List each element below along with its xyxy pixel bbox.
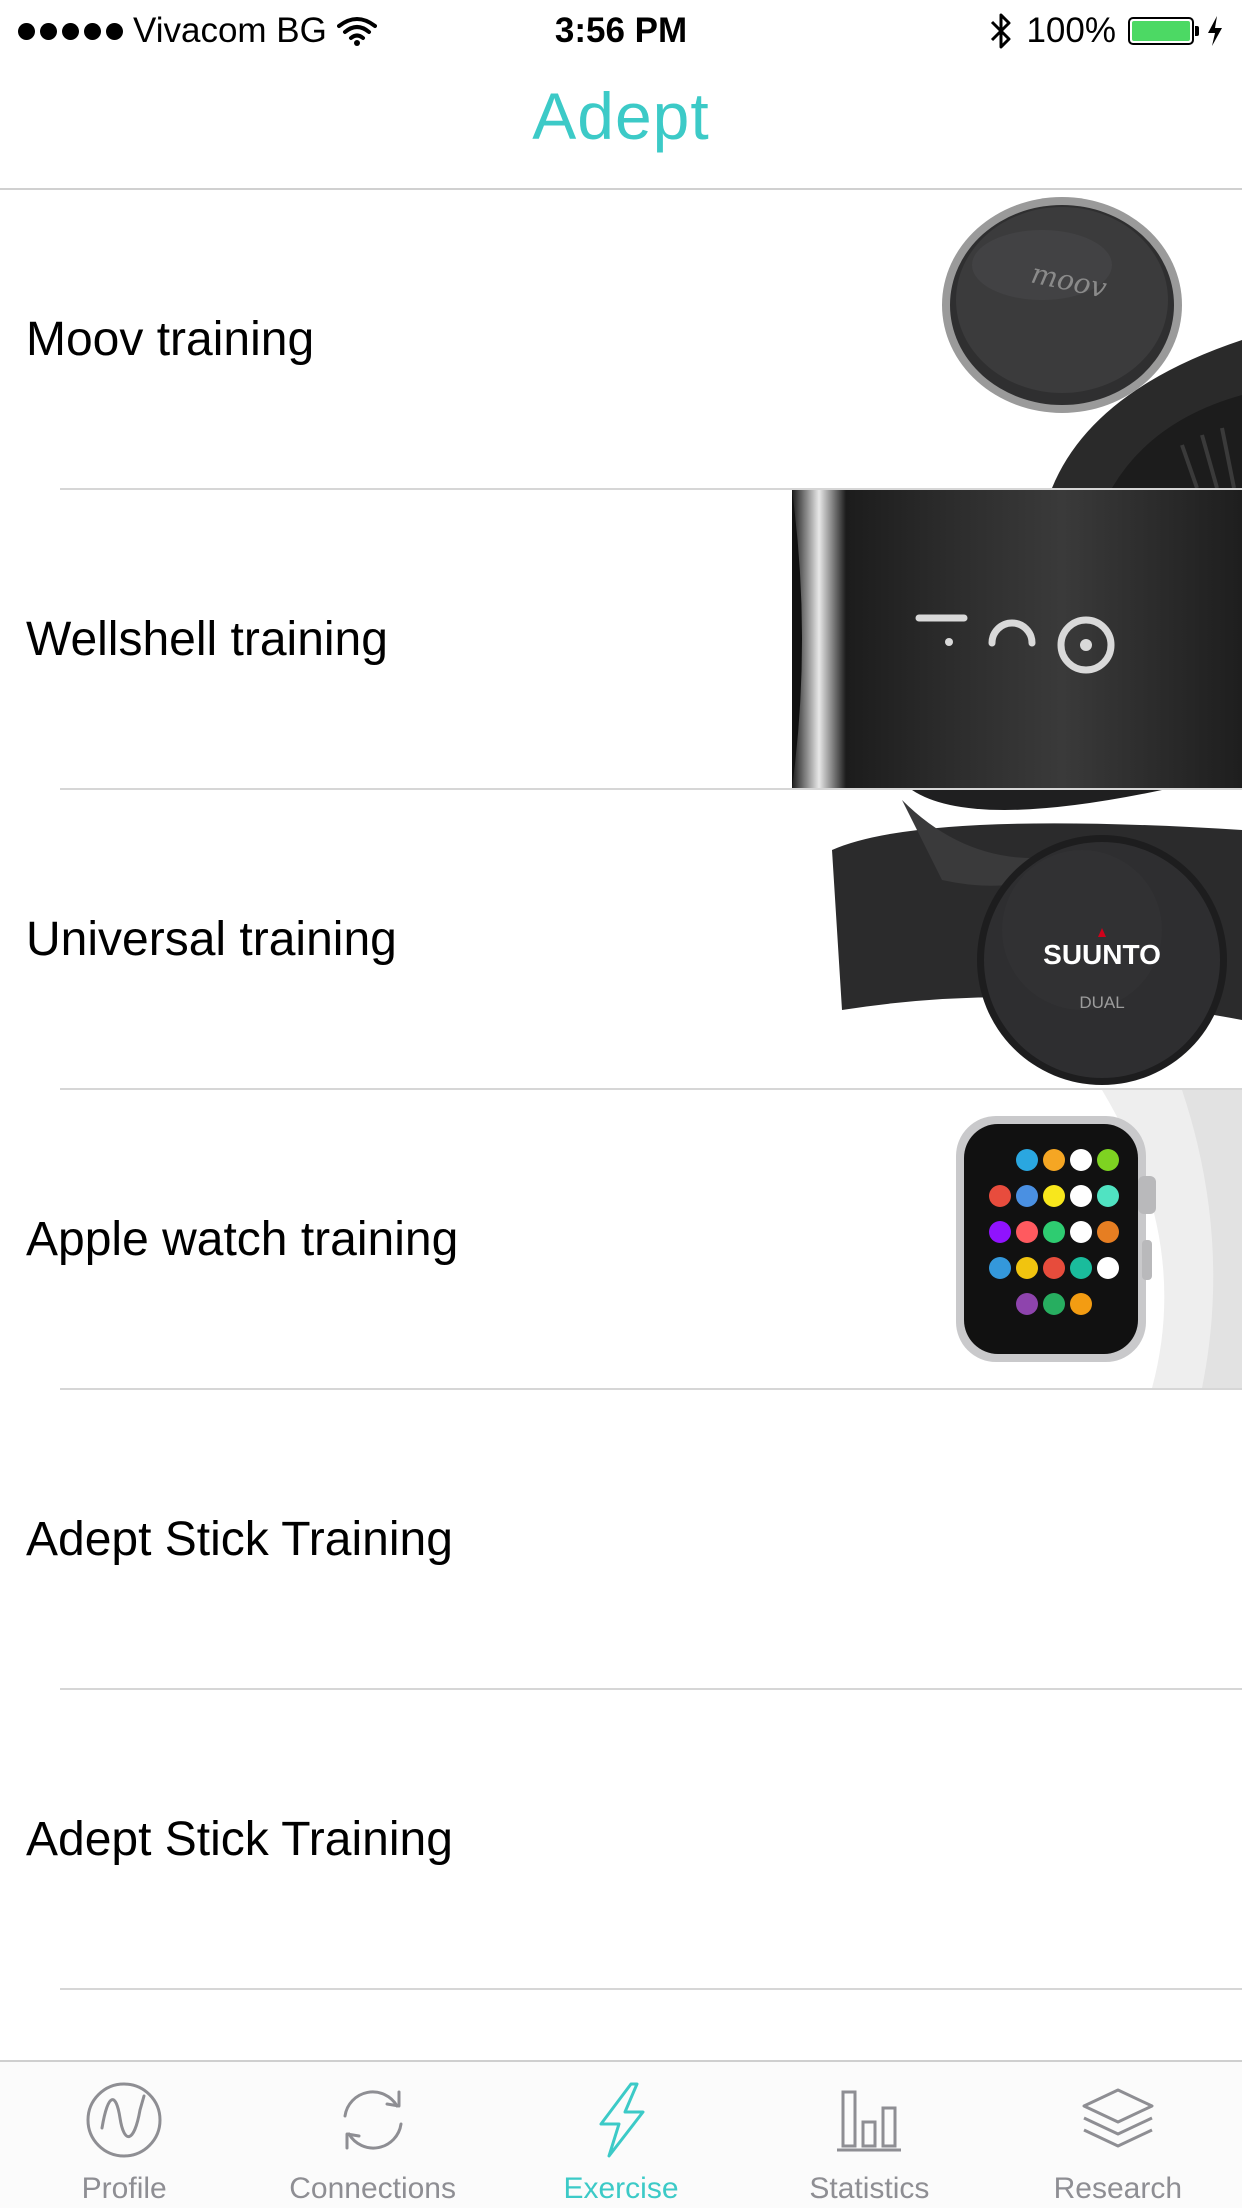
list-item-universal-training[interactable]: Universal training SUUNTO DUAL — [0, 790, 1242, 1090]
tab-bar: Profile Connections Exercise Statistics — [0, 2060, 1242, 2208]
list-item-label: Adept Stick Training — [26, 1813, 453, 1866]
tab-label: Research — [1053, 2172, 1183, 2205]
list-item-wellshell-training[interactable]: Wellshell training — [0, 490, 1242, 790]
page-title: Adept — [532, 79, 710, 153]
layers-icon — [1082, 2088, 1154, 2148]
lightning-icon — [599, 2082, 645, 2158]
watch-app-icon — [1016, 1257, 1038, 1279]
watch-app-icon — [1016, 1221, 1038, 1243]
watch-app-icon — [989, 1221, 1011, 1243]
suunto-heart-strap-image: SUUNTO DUAL — [832, 790, 1242, 1088]
watch-app-icon — [1043, 1257, 1065, 1279]
wave-circle-icon — [86, 2082, 162, 2158]
watch-app-icon — [1043, 1185, 1065, 1207]
list-item-label: Universal training — [26, 913, 397, 966]
tab-research[interactable]: Research — [994, 2062, 1242, 2208]
watch-app-icon — [1097, 1257, 1119, 1279]
list-item-moov-training[interactable]: Moov training moov — [0, 190, 1242, 490]
bluetooth-icon — [991, 13, 1011, 49]
charging-icon — [1208, 16, 1222, 46]
watch-app-icon — [1043, 1149, 1065, 1171]
watch-app-icon — [1016, 1185, 1038, 1207]
list-item-apple-watch-training[interactable]: Apple watch training — [0, 1090, 1242, 1390]
bar-chart-icon — [837, 2090, 902, 2152]
suunto-brand-text: SUUNTO — [1043, 939, 1161, 970]
suunto-model-text: DUAL — [1079, 993, 1124, 1012]
watch-app-icon — [1097, 1149, 1119, 1171]
list-item-adept-stick-training-2[interactable]: Adept Stick Training — [0, 1690, 1242, 1990]
tab-statistics[interactable]: Statistics — [745, 2062, 993, 2208]
battery-icon — [1128, 17, 1199, 45]
list-item-label: Adept Stick Training — [26, 1513, 453, 1566]
list-item-label: Apple watch training — [26, 1213, 459, 1266]
battery-fill — [1132, 21, 1190, 41]
watch-app-icon — [1070, 1149, 1092, 1171]
list-item-adept-stick-training[interactable]: Adept Stick Training — [0, 1390, 1242, 1690]
watch-app-icon — [989, 1257, 1011, 1279]
watch-app-icon — [1016, 1293, 1038, 1315]
list-item-label: Wellshell training — [26, 613, 388, 666]
watch-app-icon — [1043, 1293, 1065, 1315]
tab-label: Statistics — [809, 2172, 930, 2205]
moov-device-image: moov — [912, 190, 1242, 488]
sync-icon — [343, 2090, 403, 2150]
tab-label: Exercise — [563, 2172, 679, 2205]
watch-app-icon — [1043, 1221, 1065, 1243]
watch-app-icon — [1070, 1221, 1092, 1243]
battery-percent: 100% — [1026, 11, 1116, 50]
watch-app-icon — [989, 1185, 1011, 1207]
tab-label: Connections — [289, 2172, 456, 2205]
status-bar: Vivacom BG 3:56 PM 100% — [0, 0, 1242, 60]
tab-profile[interactable]: Profile — [0, 2062, 248, 2208]
tab-connections[interactable]: Connections — [248, 2062, 496, 2208]
training-list: Moov training moov Wellshell training Un… — [0, 190, 1242, 2060]
watch-app-icon — [1097, 1185, 1119, 1207]
list-item-label: Moov training — [26, 313, 315, 366]
apple-watch-image — [952, 1090, 1242, 1388]
tab-label: Profile — [81, 2172, 167, 2205]
status-right: 100% — [988, 8, 1224, 54]
wellshell-device-image — [792, 490, 1242, 788]
watch-app-icon — [1070, 1257, 1092, 1279]
row-separator — [60, 1988, 1242, 1990]
navigation-bar: Adept — [0, 60, 1242, 190]
watch-app-icon — [1097, 1221, 1119, 1243]
tab-exercise[interactable]: Exercise — [497, 2062, 745, 2208]
watch-app-icon — [1016, 1149, 1038, 1171]
watch-app-icon — [1070, 1185, 1092, 1207]
watch-app-icon — [1070, 1293, 1092, 1315]
